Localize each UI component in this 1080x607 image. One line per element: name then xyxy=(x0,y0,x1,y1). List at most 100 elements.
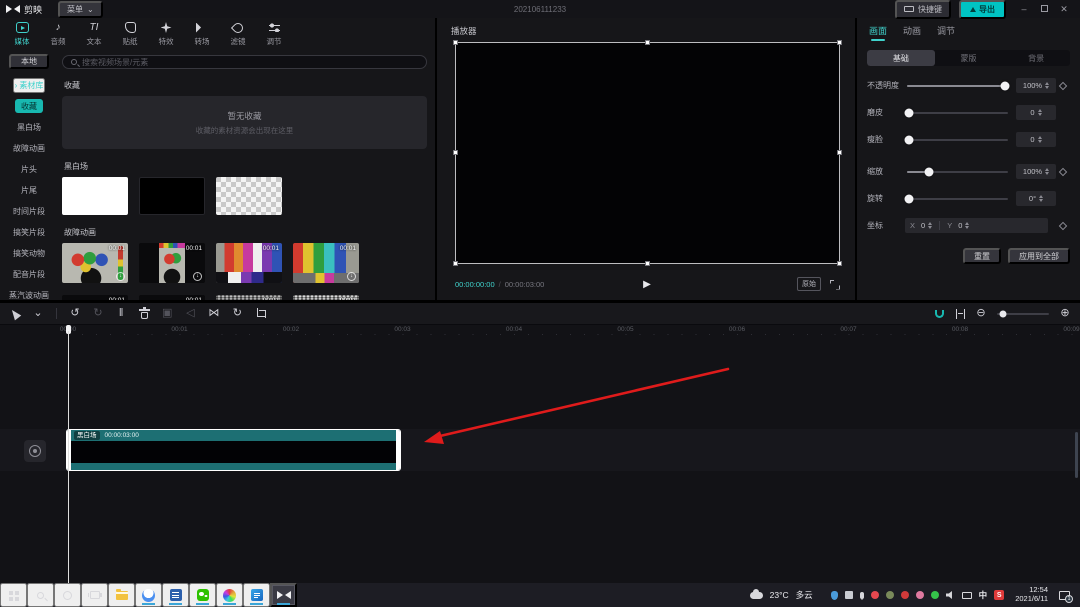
search-button[interactable] xyxy=(27,583,54,607)
timeline-ruler[interactable]: 00:00 00:01 00:02 00:03 00:04 00:05 00:0… xyxy=(0,325,1080,337)
search-bar[interactable] xyxy=(62,55,427,69)
material-thumbnail[interactable] xyxy=(62,177,128,215)
property-value-box[interactable]: 0 xyxy=(1016,132,1056,147)
media-tab[interactable]: 媒体 xyxy=(8,21,36,47)
category-item[interactable]: 收藏 xyxy=(15,99,43,113)
property-value-box[interactable]: 100% xyxy=(1016,164,1056,179)
jianying-app-icon[interactable] xyxy=(270,583,297,607)
stepper-icon[interactable] xyxy=(1045,168,1049,176)
original-ratio-button[interactable]: 原始 xyxy=(797,277,821,291)
category-item[interactable]: 配音片段 xyxy=(7,267,51,281)
coordinate-inputs[interactable]: X 0 Y 0 xyxy=(905,218,1048,233)
shortcut-keys-button[interactable]: 快捷键 xyxy=(895,0,951,19)
timeline-scrollbar[interactable] xyxy=(1075,432,1078,478)
media-tab[interactable]: 特效 xyxy=(152,21,180,47)
start-button[interactable] xyxy=(0,583,27,607)
close-button[interactable]: ✕ xyxy=(1054,0,1074,18)
category-item[interactable]: 片头 xyxy=(15,162,43,176)
category-item[interactable]: 蒸汽波动画 xyxy=(3,288,55,300)
toolbar-divider[interactable] xyxy=(56,308,57,319)
weather-cloud-icon[interactable] xyxy=(750,592,763,599)
resize-handle[interactable] xyxy=(837,150,842,155)
sogou-input-icon[interactable]: S xyxy=(994,590,1004,600)
rotate-icon[interactable]: ↻ xyxy=(232,308,242,319)
media-tab[interactable]: TI 文本 xyxy=(80,21,108,47)
zoom-in-icon[interactable]: ⊕ xyxy=(1060,308,1070,319)
timeline-clip[interactable]: 黑白场 00:00:03:00 xyxy=(66,429,401,471)
media-app-icon[interactable] xyxy=(216,583,243,607)
resize-handle[interactable] xyxy=(453,261,458,266)
media-tab[interactable]: 转场 xyxy=(188,21,216,47)
local-media-button[interactable]: 本地 xyxy=(9,54,49,69)
fullscreen-icon[interactable] xyxy=(830,280,839,289)
properties-subtab[interactable]: 基础 xyxy=(867,50,935,66)
app-olive-tray-icon[interactable] xyxy=(886,591,894,599)
weather-temp[interactable]: 23°C xyxy=(770,590,789,600)
media-tab[interactable]: ♪ 音频 xyxy=(44,21,72,47)
material-thumbnail[interactable] xyxy=(216,177,282,215)
stepper-icon[interactable] xyxy=(1045,82,1049,90)
media-tab[interactable]: 滤镜 xyxy=(224,21,252,47)
material-thumbnail[interactable]: 00:01 xyxy=(216,295,282,300)
reset-button[interactable]: 重置 xyxy=(963,248,1001,264)
cortana-button[interactable] xyxy=(54,583,81,607)
resize-handle[interactable] xyxy=(645,40,650,45)
properties-tab[interactable]: 画面 xyxy=(869,24,887,40)
property-slider[interactable] xyxy=(907,171,1008,173)
keyframe-diamond-icon[interactable] xyxy=(1056,223,1070,229)
weather-condition[interactable]: 多云 xyxy=(796,589,813,601)
stepper-icon[interactable] xyxy=(1039,195,1043,203)
menu-button[interactable]: 菜单 ⌄ xyxy=(58,1,103,18)
export-button[interactable]: 导出 xyxy=(959,0,1006,19)
material-library-button[interactable]: › 素材库 xyxy=(13,78,46,93)
resize-handle[interactable] xyxy=(837,40,842,45)
apply-to-all-button[interactable]: 应用到全部 xyxy=(1008,248,1070,264)
browser-app-icon[interactable] xyxy=(135,583,162,607)
material-thumbnail[interactable]: 00:01 ↓ xyxy=(293,243,359,283)
property-value-box[interactable]: 0 xyxy=(1016,105,1056,120)
media-tab[interactable]: 贴纸 xyxy=(116,21,144,47)
property-value-box[interactable]: 100% xyxy=(1016,78,1056,93)
maximize-button[interactable] xyxy=(1034,0,1054,18)
language-indicator[interactable]: 中 xyxy=(979,589,988,601)
volume-icon[interactable] xyxy=(946,591,955,599)
reverse-icon[interactable]: ◁ xyxy=(185,308,195,319)
taskbar-clock[interactable]: 12:54 2021/6/11 xyxy=(1015,586,1048,603)
minimize-button[interactable]: – xyxy=(1014,0,1034,18)
resize-handle[interactable] xyxy=(837,261,842,266)
resize-handle[interactable] xyxy=(453,40,458,45)
play-button[interactable]: ▶ xyxy=(643,279,651,290)
material-thumbnail[interactable]: 00:01 ↓ xyxy=(139,243,205,283)
snap-icon[interactable] xyxy=(934,310,944,318)
category-item[interactable]: 搞笑片段 xyxy=(7,225,51,239)
coordinate-x-value[interactable]: 0 xyxy=(921,221,925,230)
category-item[interactable]: 搞笑动物 xyxy=(7,246,51,260)
office-app-icon[interactable] xyxy=(162,583,189,607)
stepper-icon[interactable] xyxy=(1038,136,1042,144)
chevron-down-icon[interactable]: ⌄ xyxy=(33,308,43,319)
wechat-tray-icon[interactable] xyxy=(931,591,939,599)
notification-center-icon[interactable]: 1 xyxy=(1059,591,1070,600)
material-thumbnail[interactable]: 00:01 ↓ xyxy=(62,243,128,283)
screenshot-tool-icon[interactable] xyxy=(845,591,853,599)
app-red-tray-icon[interactable] xyxy=(871,591,879,599)
search-input[interactable] xyxy=(82,58,418,67)
track-add-button[interactable] xyxy=(24,440,46,462)
material-thumbnail[interactable]: 00:01 xyxy=(139,295,205,300)
media-tab[interactable]: 调节 xyxy=(260,21,288,47)
category-item[interactable]: 片尾 xyxy=(15,183,43,197)
freeze-frame-icon[interactable]: ▣ xyxy=(162,308,172,319)
delete-icon[interactable] xyxy=(139,309,149,319)
microphone-icon[interactable] xyxy=(860,592,864,599)
properties-tab[interactable]: 动画 xyxy=(903,24,921,40)
category-item[interactable]: 黑白场 xyxy=(11,120,47,134)
keyframe-diamond-icon[interactable] xyxy=(1056,83,1070,89)
keyframe-diamond-icon[interactable] xyxy=(1056,169,1070,175)
task-view-button[interactable] xyxy=(81,583,108,607)
stepper-icon[interactable] xyxy=(965,222,969,230)
select-tool-icon[interactable] xyxy=(10,309,20,319)
material-thumbnail[interactable]: 00:01 ↓ xyxy=(216,243,282,283)
crop-icon[interactable] xyxy=(255,309,265,318)
preview-canvas[interactable] xyxy=(455,42,840,264)
properties-subtab[interactable]: 蒙版 xyxy=(935,50,1003,66)
